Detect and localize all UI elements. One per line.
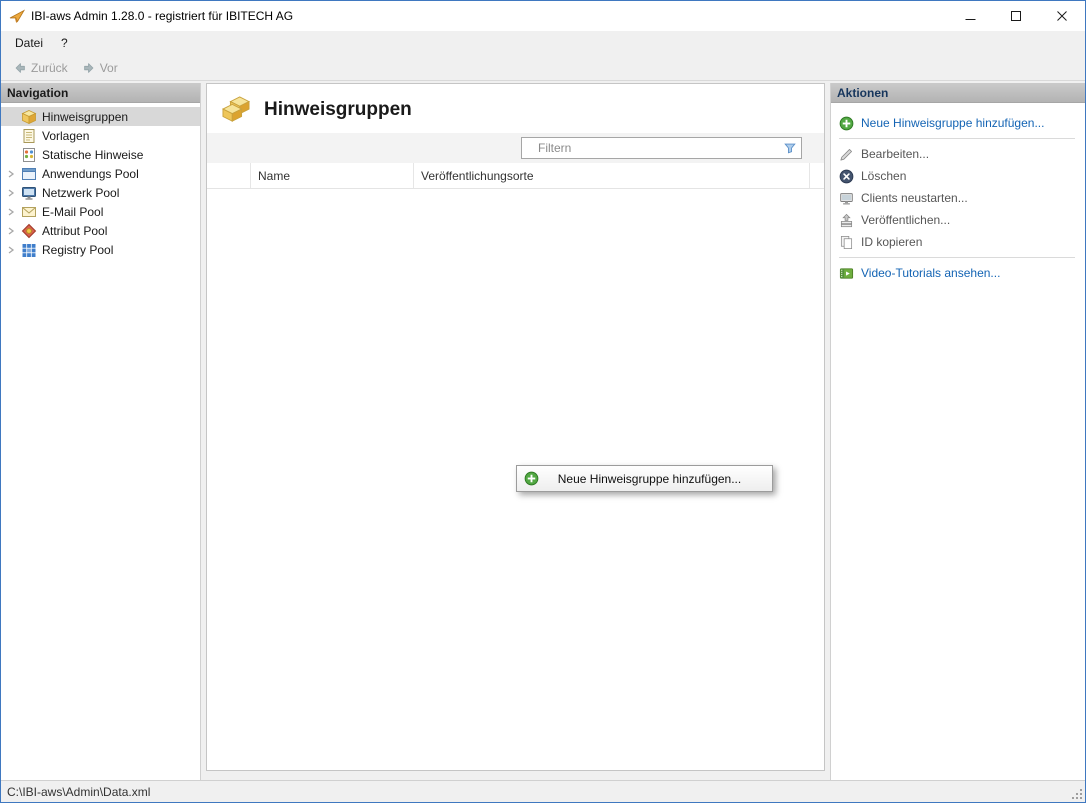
close-button[interactable] [1039, 1, 1085, 31]
navigation-header: Navigation [1, 83, 200, 103]
nav-item-netzwerk-pool[interactable]: Netzwerk Pool [1, 183, 200, 202]
vorlagen-icon [21, 128, 37, 144]
nav-item-vorlagen[interactable]: Vorlagen [1, 126, 200, 145]
expand-chevron-icon[interactable] [1, 246, 21, 254]
nav-item-label: Hinweisgruppen [42, 110, 128, 124]
nav-item-label: Statische Hinweise [42, 148, 143, 162]
anwendungs-pool-icon [21, 166, 37, 182]
table-body: Neue Hinweisgruppe hinzufügen... [207, 189, 824, 770]
expand-chevron-icon[interactable] [1, 170, 21, 178]
attribut-pool-icon [21, 223, 37, 239]
video-tutorials-icon [839, 266, 854, 281]
email-pool-icon [21, 204, 37, 220]
action-label: Video-Tutorials ansehen... [861, 266, 1000, 280]
forward-button[interactable]: Vor [75, 57, 125, 79]
nav-item-label: Attribut Pool [42, 224, 107, 238]
toolbar: Zurück Vor [1, 55, 1085, 81]
table-header: Name Veröffentlichungsorte [207, 163, 824, 189]
main-header: Hinweisgruppen [207, 84, 824, 133]
action-add-hinweisgruppe[interactable]: Neue Hinweisgruppe hinzufügen... [839, 112, 1085, 134]
actions-list: Neue Hinweisgruppe hinzufügen... Bearbei… [831, 103, 1085, 284]
expand-chevron-icon[interactable] [1, 227, 21, 235]
actions-header: Aktionen [831, 83, 1085, 103]
nav-item-label: Vorlagen [42, 129, 89, 143]
filter-funnel-icon[interactable] [783, 141, 797, 155]
nav-item-hinweisgruppen[interactable]: Hinweisgruppen [1, 107, 200, 126]
add-icon [839, 116, 854, 131]
forward-arrow-icon [82, 61, 96, 75]
nav-item-label: E-Mail Pool [42, 205, 103, 219]
maximize-icon [1011, 11, 1021, 21]
hinweisgruppen-header-icon [221, 96, 251, 123]
action-label: Veröffentlichen... [861, 213, 950, 227]
nav-item-email-pool[interactable]: E-Mail Pool [1, 202, 200, 221]
page-title: Hinweisgruppen [264, 99, 412, 121]
add-hinweisgruppe-overlay-button[interactable]: Neue Hinweisgruppe hinzufügen... [516, 465, 773, 492]
back-label: Zurück [31, 61, 68, 75]
nav-item-statische-hinweise[interactable]: Statische Hinweise [1, 145, 200, 164]
actions-separator [839, 257, 1075, 258]
netzwerk-pool-icon [21, 185, 37, 201]
nav-item-label: Netzwerk Pool [42, 186, 119, 200]
back-button[interactable]: Zurück [6, 57, 75, 79]
app-window: IBI-aws Admin 1.28.0 - registriert für I… [0, 0, 1086, 803]
statusbar-data-path: C:\IBI-aws\Admin\Data.xml [7, 785, 150, 799]
resize-grip[interactable] [1071, 788, 1083, 800]
menu-datei[interactable]: Datei [6, 31, 52, 55]
column-veroeffentlichungsorte[interactable]: Veröffentlichungsorte [414, 163, 810, 188]
window-controls [947, 1, 1085, 31]
action-video-tutorials[interactable]: Video-Tutorials ansehen... [839, 262, 1085, 284]
add-icon [524, 471, 539, 486]
restart-clients-icon [839, 191, 854, 206]
filter-band [207, 133, 824, 163]
action-label: Bearbeiten... [861, 147, 929, 161]
publish-icon [839, 213, 854, 228]
filter-input[interactable] [521, 137, 802, 159]
hinweisgruppen-icon [21, 109, 37, 125]
actions-separator [839, 138, 1075, 139]
delete-icon [839, 169, 854, 184]
nav-item-registry-pool[interactable]: Registry Pool [1, 240, 200, 259]
action-label: Löschen [861, 169, 906, 183]
action-id-kopieren[interactable]: ID kopieren [839, 231, 1085, 253]
expand-chevron-icon[interactable] [1, 189, 21, 197]
copy-id-icon [839, 235, 854, 250]
close-icon [1057, 11, 1067, 21]
minimize-button[interactable] [947, 1, 993, 31]
column-name[interactable]: Name [251, 163, 414, 188]
nav-item-anwendungs-pool[interactable]: Anwendungs Pool [1, 164, 200, 183]
statusbar: C:\IBI-aws\Admin\Data.xml [1, 780, 1085, 802]
back-arrow-icon [13, 61, 27, 75]
action-bearbeiten[interactable]: Bearbeiten... [839, 143, 1085, 165]
nav-item-attribut-pool[interactable]: Attribut Pool [1, 221, 200, 240]
titlebar: IBI-aws Admin 1.28.0 - registriert für I… [1, 1, 1085, 31]
overlay-button-label: Neue Hinweisgruppe hinzufügen... [539, 472, 772, 486]
filter-field [521, 137, 802, 159]
action-clients-neustarten[interactable]: Clients neustarten... [839, 187, 1085, 209]
minimize-icon [965, 11, 976, 22]
registry-pool-icon [21, 242, 37, 258]
window-title: IBI-aws Admin 1.28.0 - registriert für I… [31, 9, 947, 23]
actions-panel: Aktionen Neue Hinweisgruppe hinzufügen..… [830, 83, 1085, 780]
content-area: Navigation Hinweisgruppen [1, 81, 1085, 780]
main-panel: Hinweisgruppen Name Veröffentlichungsort… [206, 83, 825, 771]
action-veroeffentlichen[interactable]: Veröffentlichen... [839, 209, 1085, 231]
statische-hinweise-icon [21, 147, 37, 163]
nav-item-label: Registry Pool [42, 243, 113, 257]
maximize-button[interactable] [993, 1, 1039, 31]
navigation-panel: Navigation Hinweisgruppen [1, 83, 201, 780]
menu-help[interactable]: ? [52, 31, 77, 55]
menubar: Datei ? [1, 31, 1085, 55]
navigation-tree: Hinweisgruppen Vorlagen [1, 103, 200, 259]
action-loeschen[interactable]: Löschen [839, 165, 1085, 187]
column-selector[interactable] [207, 163, 251, 188]
nav-item-label: Anwendungs Pool [42, 167, 139, 181]
action-label: Neue Hinweisgruppe hinzufügen... [861, 116, 1044, 130]
expand-chevron-icon[interactable] [1, 208, 21, 216]
action-label: ID kopieren [861, 235, 922, 249]
app-logo-icon [9, 8, 25, 24]
edit-icon [839, 147, 854, 162]
forward-label: Vor [100, 61, 118, 75]
action-label: Clients neustarten... [861, 191, 968, 205]
